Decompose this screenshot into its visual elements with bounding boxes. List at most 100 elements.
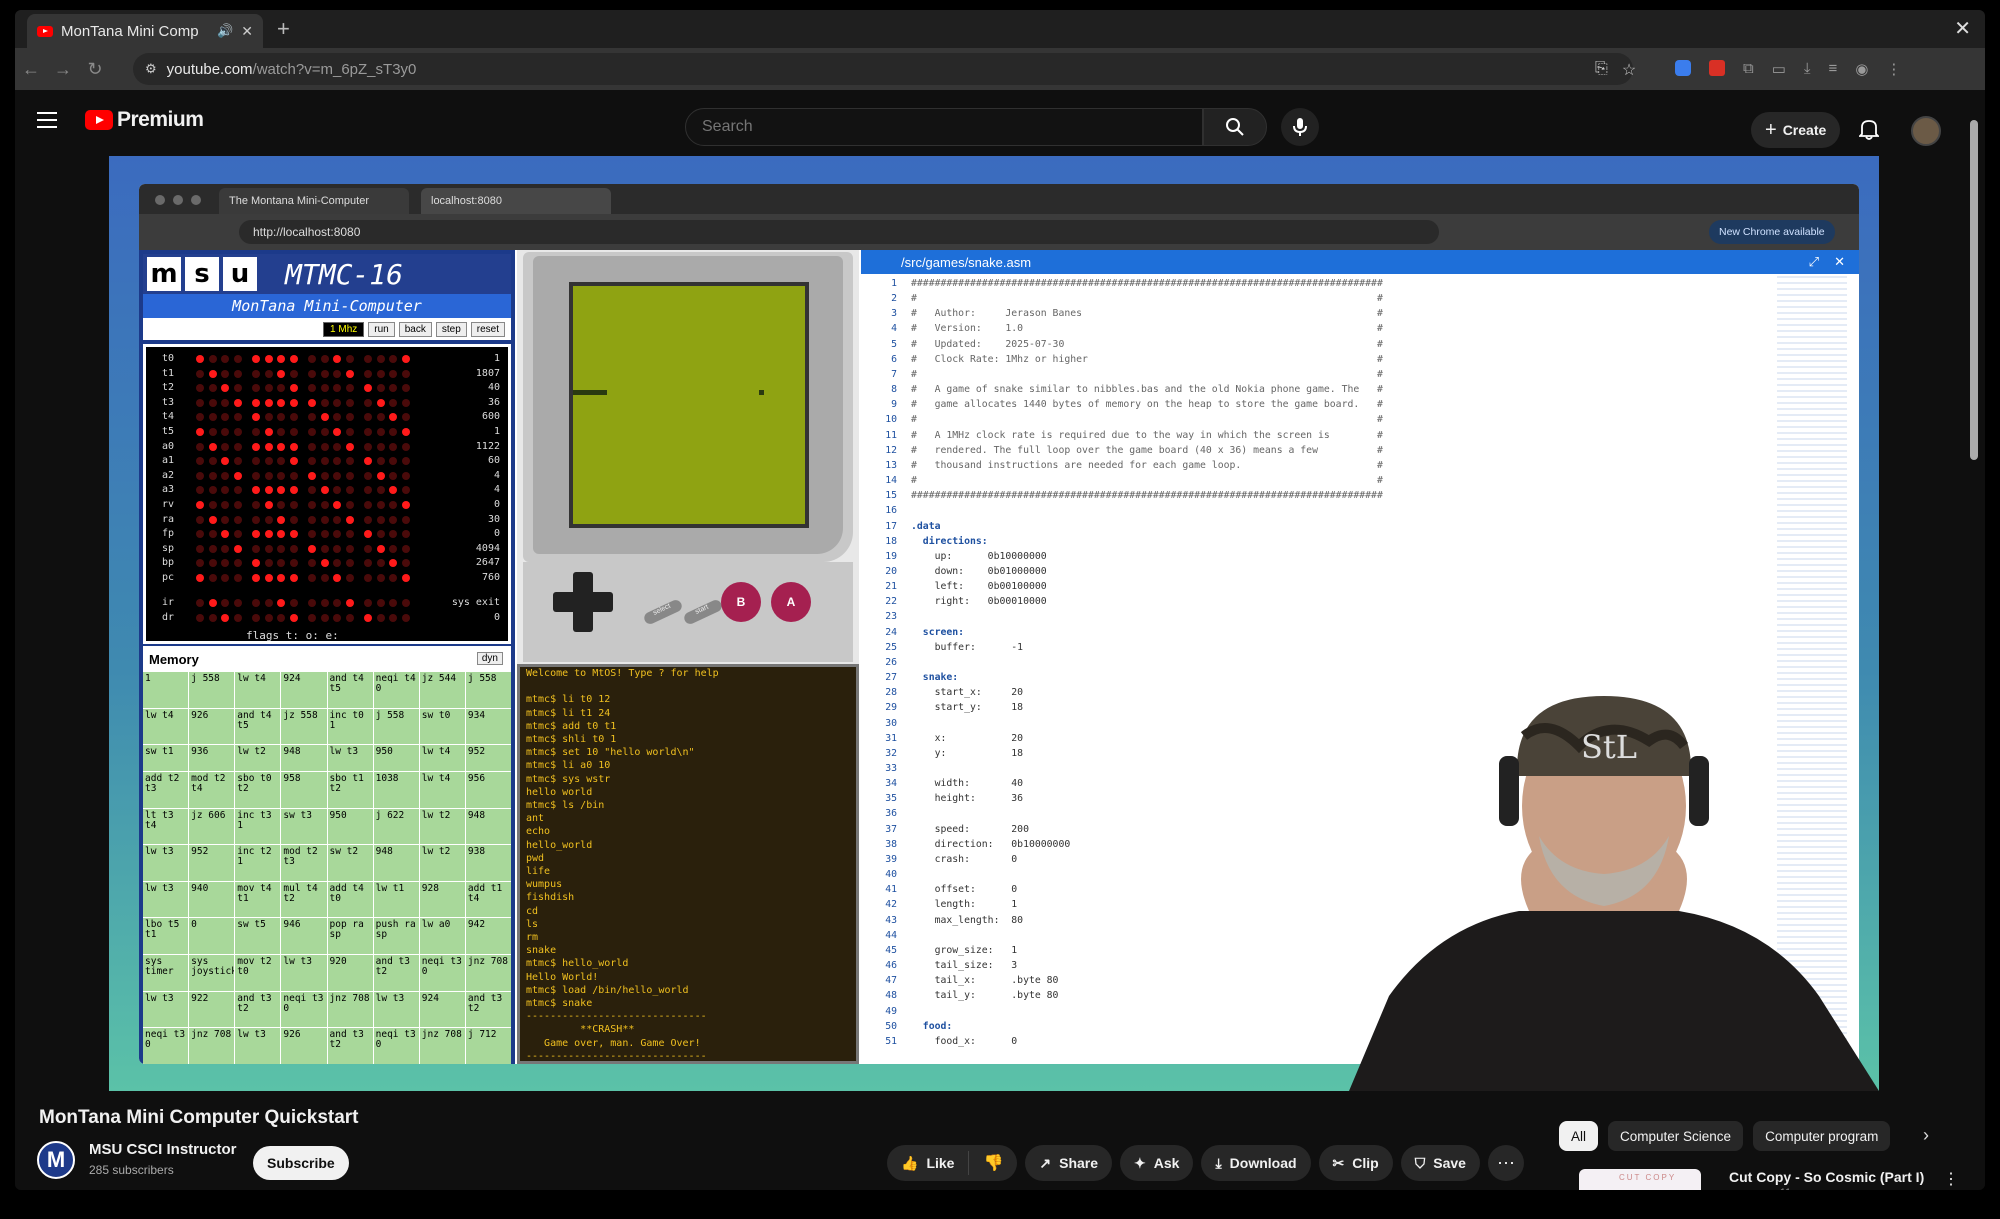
- code-text: # A 1MHz clock rate is required due to t…: [911, 429, 1383, 441]
- register-bit-led: [320, 599, 329, 607]
- ask-button[interactable]: ✦ Ask: [1120, 1145, 1194, 1181]
- msu-letter: s: [185, 257, 219, 291]
- register-bit-led: [364, 486, 372, 495]
- register-bit-led: [364, 428, 372, 436]
- dislike-button[interactable]: 👎: [969, 1153, 1017, 1173]
- menu-kebab-icon[interactable]: ⋮: [1886, 60, 1901, 78]
- save-button[interactable]: ⛉ Save: [1400, 1145, 1480, 1181]
- subscriber-count: 285 subscribers: [89, 1163, 174, 1177]
- more-actions-button[interactable]: ⋯: [1487, 1145, 1524, 1181]
- download-icon[interactable]: ⤓: [1804, 60, 1811, 78]
- search-button[interactable]: [1203, 108, 1267, 146]
- line-number: 34: [885, 778, 897, 790]
- code-line: 24 screen:: [861, 625, 1859, 640]
- code-text: food:: [911, 1020, 953, 1032]
- url-field[interactable]: ⚙ youtube.com/watch?v=m_6pZ_sT3y0: [133, 53, 1633, 85]
- register-bit-led: [364, 355, 372, 363]
- line-number: 16: [885, 505, 897, 517]
- page-scrollbar[interactable]: [1970, 120, 1978, 1180]
- register-bit-led: [345, 574, 354, 582]
- tab-close-icon[interactable]: ✕: [241, 23, 253, 40]
- clip-button[interactable]: ✂ Clip: [1318, 1145, 1393, 1181]
- code-line: 17 .data: [861, 519, 1859, 534]
- scrollbar-thumb[interactable]: [1970, 120, 1978, 460]
- register-bit-led: [196, 384, 204, 393]
- reload-icon[interactable]: ↻: [79, 59, 111, 80]
- code-line: 19 up: 0b10000000: [861, 549, 1859, 564]
- memory-cell: lw t3: [281, 955, 327, 991]
- voice-search-button[interactable]: [1281, 108, 1319, 146]
- register-bit-led: [320, 384, 329, 393]
- extension-shield-icon[interactable]: [1675, 60, 1691, 76]
- register-bit-led: [196, 355, 204, 363]
- profile-icon[interactable]: ◉: [1855, 60, 1868, 78]
- reading-list-icon[interactable]: ▭: [1772, 60, 1786, 78]
- chevron-right-icon[interactable]: ›: [1923, 1125, 1929, 1146]
- memory-cell: j 712: [465, 1028, 511, 1064]
- chip-computer-program[interactable]: Computer program: [1753, 1121, 1891, 1151]
- register-row: t3 36: [156, 397, 506, 410]
- register-bit-led: [196, 613, 204, 622]
- register-bit-led: [320, 544, 329, 553]
- site-info-icon[interactable]: ⚙: [145, 61, 157, 77]
- create-button[interactable]: + Create: [1751, 112, 1841, 148]
- memory-cell: jnz 708: [327, 991, 373, 1028]
- register-bit-led: [308, 413, 316, 422]
- channel-name[interactable]: MSU CSCI Instructor: [89, 1141, 237, 1158]
- speaker-icon[interactable]: 🔊: [217, 23, 233, 39]
- register-bit-led: [333, 559, 341, 568]
- register-bit-led: [333, 428, 341, 436]
- youtube-play-icon: [85, 110, 113, 130]
- chip-all[interactable]: All: [1559, 1121, 1599, 1151]
- scissors-icon: ✂: [1332, 1154, 1345, 1171]
- line-number: 46: [885, 960, 897, 972]
- tab-youtube[interactable]: MonTana Mini Comp 🔊 ✕: [27, 14, 263, 48]
- register-value: 1: [493, 353, 500, 364]
- channel-avatar[interactable]: M: [37, 1141, 75, 1179]
- media-icon[interactable]: ≡: [1829, 60, 1838, 78]
- memory-cell: lw t3: [373, 991, 419, 1028]
- install-icon[interactable]: ⎘: [1595, 60, 1608, 80]
- register-bit-led: [252, 384, 260, 393]
- account-avatar[interactable]: [1911, 116, 1941, 146]
- recommendation-thumbnail[interactable]: CUT COPY: [1579, 1169, 1701, 1190]
- register-bit-led: [389, 486, 397, 495]
- line-number: 23: [885, 611, 897, 623]
- video-player[interactable]: The Montana Mini-Computer localhost:8080…: [109, 156, 1879, 1091]
- like-button[interactable]: 👍 Like: [887, 1151, 970, 1175]
- memory-cell: sw t5: [235, 918, 281, 955]
- notifications-button[interactable]: [1857, 118, 1881, 145]
- window-close-icon[interactable]: ✕: [1954, 16, 1971, 41]
- youtube-logo[interactable]: Premium: [85, 108, 204, 132]
- share-button[interactable]: ↗ Share: [1025, 1145, 1113, 1181]
- register-bit-led: [277, 613, 285, 622]
- hamburger-icon[interactable]: [37, 112, 57, 128]
- register-bit-led: [208, 515, 217, 524]
- register-bit-led: [233, 457, 242, 466]
- register-bit-led: [364, 398, 372, 407]
- chip-computer-science[interactable]: Computer Science: [1608, 1121, 1744, 1151]
- register-bit-led: [277, 413, 285, 422]
- extension-badge-icon[interactable]: [1709, 60, 1725, 76]
- register-bit-led: [333, 384, 341, 393]
- new-tab-button[interactable]: +: [277, 16, 290, 42]
- register-bit-led: [345, 544, 354, 553]
- recommendation-menu-icon[interactable]: ⋮: [1943, 1169, 1959, 1189]
- extensions-puzzle-icon[interactable]: ⧉: [1743, 60, 1754, 78]
- tab-strip: MonTana Mini Comp 🔊 ✕ + ✕: [15, 10, 1985, 48]
- memory-cell: j 558: [373, 708, 419, 745]
- back-icon[interactable]: ←: [15, 59, 47, 80]
- search-input[interactable]: [685, 108, 1203, 146]
- line-number: 29: [885, 702, 897, 714]
- forward-icon[interactable]: →: [47, 59, 79, 80]
- register-bit-led: [376, 413, 385, 422]
- plus-icon: +: [1765, 118, 1777, 141]
- bookmark-star-icon[interactable]: ☆: [1622, 60, 1636, 80]
- code-line: 5 # Updated: 2025-07-30 #: [861, 337, 1859, 352]
- memory-cell: lw t1: [373, 881, 419, 918]
- register-name: bp: [162, 557, 175, 569]
- subscribe-button[interactable]: Subscribe: [253, 1146, 349, 1180]
- download-button[interactable]: ⤓ Download: [1201, 1145, 1311, 1181]
- recommendation-title[interactable]: Cut Copy - So Cosmic (Part I): [1729, 1169, 1924, 1185]
- register-bit-led: [389, 442, 397, 451]
